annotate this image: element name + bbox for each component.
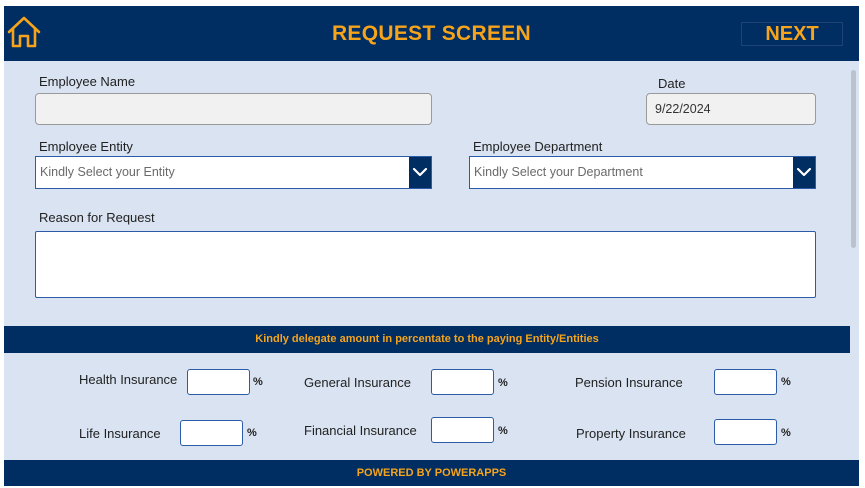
financial-insurance-input[interactable] bbox=[431, 417, 494, 443]
chevron-down-icon[interactable] bbox=[793, 157, 815, 188]
employee-name-field[interactable] bbox=[35, 93, 432, 125]
financial-insurance-label: Financial Insurance bbox=[304, 423, 417, 438]
home-icon bbox=[7, 16, 41, 48]
general-insurance-label: General Insurance bbox=[304, 375, 411, 390]
percent-sign: % bbox=[498, 377, 508, 389]
percent-sign: % bbox=[498, 425, 508, 437]
health-insurance-label: Health Insurance bbox=[79, 372, 178, 387]
chevron-down-icon[interactable] bbox=[409, 157, 431, 188]
home-button[interactable] bbox=[6, 14, 42, 50]
date-field[interactable]: 9/22/2024 bbox=[646, 93, 816, 125]
scrollbar[interactable] bbox=[851, 70, 856, 248]
general-insurance-input[interactable] bbox=[431, 369, 494, 395]
life-insurance-label: Life Insurance bbox=[79, 426, 161, 441]
health-insurance-input[interactable] bbox=[187, 369, 250, 395]
percent-sign: % bbox=[781, 427, 791, 439]
header-bar: REQUEST SCREEN NEXT bbox=[4, 6, 859, 61]
employee-entity-label: Employee Entity bbox=[39, 139, 133, 154]
property-insurance-label: Property Insurance bbox=[576, 426, 686, 441]
life-insurance-input[interactable] bbox=[180, 420, 243, 446]
property-insurance-input[interactable] bbox=[714, 419, 777, 445]
employee-name-label: Employee Name bbox=[39, 74, 136, 89]
pension-insurance-label: Pension Insurance bbox=[575, 375, 683, 390]
pension-insurance-input[interactable] bbox=[714, 369, 777, 395]
reason-textarea[interactable] bbox=[35, 231, 816, 298]
date-label: Date bbox=[658, 76, 686, 91]
reason-label: Reason for Request bbox=[39, 210, 155, 225]
employee-entity-placeholder: Kindly Select your Entity bbox=[40, 165, 175, 179]
page-title: REQUEST SCREEN bbox=[331, 22, 532, 45]
employee-department-placeholder: Kindly Select your Department bbox=[474, 165, 643, 179]
next-button[interactable]: NEXT bbox=[741, 22, 843, 46]
employee-department-dropdown[interactable]: Kindly Select your Department bbox=[469, 156, 816, 189]
percent-sign: % bbox=[253, 376, 263, 388]
employee-entity-dropdown[interactable]: Kindly Select your Entity bbox=[35, 156, 432, 189]
footer-bar: POWERED BY POWERAPPS bbox=[4, 460, 859, 486]
request-screen: REQUEST SCREEN NEXT Employee Name Date 9… bbox=[4, 6, 859, 486]
employee-department-label: Employee Department bbox=[473, 139, 603, 154]
percent-sign: % bbox=[781, 376, 791, 388]
allocation-banner: Kindly delegate amount in percentate to … bbox=[4, 326, 850, 353]
percent-sign: % bbox=[247, 427, 257, 439]
